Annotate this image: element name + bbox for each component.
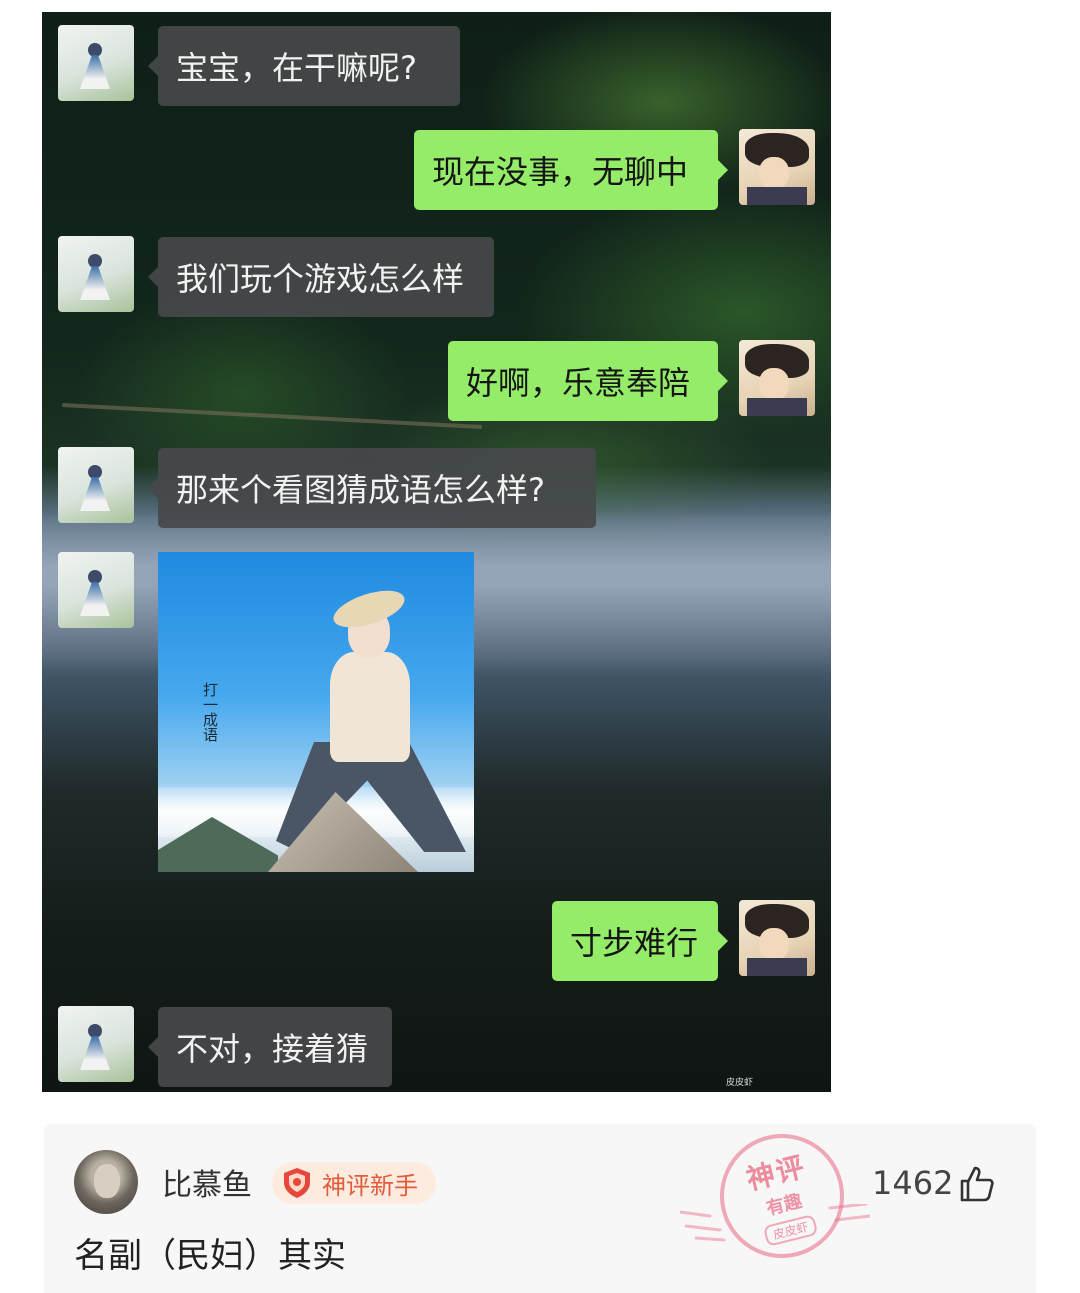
message-bubble-outgoing[interactable]: 好啊，乐意奉陪 <box>448 341 728 421</box>
contact-avatar[interactable] <box>58 552 134 628</box>
contact-avatar[interactable] <box>58 236 134 312</box>
message-bubble-incoming[interactable]: 那来个看图猜成语怎么样? <box>148 448 596 528</box>
message-bubble-incoming[interactable]: 不对，接着猜 <box>148 1007 392 1087</box>
message-bubble-incoming[interactable]: 宝宝，在干嘛呢? <box>148 26 460 106</box>
self-avatar[interactable] <box>739 129 815 205</box>
shield-badge-icon <box>284 1168 310 1198</box>
message-bubble-outgoing[interactable]: 现在没事，无聊中 <box>414 130 728 210</box>
image-caption: 打一成语 <box>201 682 219 742</box>
badge-label: 神评新手 <box>322 1171 418 1200</box>
hot-comment-stamp: 神评 有趣 皮皮虾 <box>706 1120 858 1272</box>
commenter-name[interactable]: 比慕鱼 <box>162 1160 252 1204</box>
contact-avatar[interactable] <box>58 25 134 101</box>
thumbs-up-icon[interactable] <box>956 1164 996 1204</box>
stamp-line1: 神评 <box>743 1149 810 1196</box>
contact-avatar[interactable] <box>58 1006 134 1082</box>
background-rail <box>62 403 482 429</box>
comment-text[interactable]: 名副（民妇）其实 <box>74 1228 346 1277</box>
like-count: 1462 <box>872 1164 954 1202</box>
image-message[interactable]: 打一成语 <box>158 552 474 872</box>
contact-avatar[interactable] <box>58 447 134 523</box>
comment-card: 比慕鱼 神评新手 名副（民妇）其实 神评 有趣 皮皮虾 1462 <box>44 1120 1036 1293</box>
message-bubble-outgoing[interactable]: 寸步难行 <box>552 901 728 981</box>
self-avatar[interactable] <box>739 900 815 976</box>
user-badge[interactable]: 神评新手 <box>272 1162 436 1204</box>
message-bubble-incoming[interactable]: 我们玩个游戏怎么样 <box>148 237 494 317</box>
chat-screenshot: 宝宝，在干嘛呢? 现在没事，无聊中 我们玩个游戏怎么样 好啊，乐意奉陪 那来个看… <box>42 12 831 1092</box>
self-avatar[interactable] <box>739 340 815 416</box>
commenter-avatar[interactable] <box>74 1150 138 1214</box>
app-watermark: 皮皮虾 <box>726 1078 754 1088</box>
